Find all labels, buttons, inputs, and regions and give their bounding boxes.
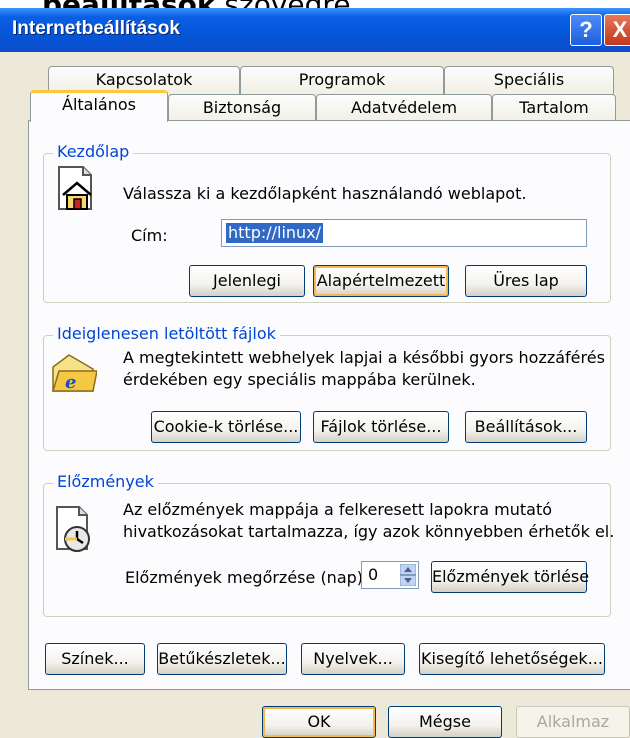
address-label: Cím: bbox=[131, 226, 168, 245]
ok-button[interactable]: OK bbox=[262, 706, 376, 738]
languages-button[interactable]: Nyelvek... bbox=[301, 643, 405, 675]
cancel-button[interactable]: Mégse bbox=[388, 706, 502, 738]
svg-text:e: e bbox=[65, 372, 76, 393]
temp-files-settings-button[interactable]: Beállítások... bbox=[465, 411, 587, 443]
tab-adatvedelem[interactable]: Adatvédelem bbox=[316, 94, 492, 122]
history-days-value: 0 bbox=[368, 565, 379, 584]
tab-panel-general: Kezdőlap Válassza ki a kezdőlapként hasz… bbox=[28, 120, 630, 690]
clear-history-button[interactable]: Előzmények törlése bbox=[431, 561, 589, 593]
homepage-group-label: Kezdőlap bbox=[53, 142, 134, 161]
tab-programok[interactable]: Programok bbox=[240, 66, 444, 94]
colors-button[interactable]: Színek... bbox=[45, 643, 145, 675]
use-current-button[interactable]: Jelenlegi bbox=[189, 265, 305, 297]
temp-files-group-label: Ideiglenesen letöltött fájlok bbox=[53, 324, 280, 343]
tab-specialis[interactable]: Speciális bbox=[444, 66, 614, 94]
address-input[interactable]: http://linux/ bbox=[221, 219, 587, 247]
tab-altalanos[interactable]: Általános bbox=[30, 90, 168, 122]
apply-button: Alkalmaz bbox=[516, 706, 630, 738]
history-clock-icon bbox=[56, 506, 90, 552]
address-input-value: http://linux/ bbox=[226, 223, 324, 243]
homepage-description: Válassza ki a kezdőlapként használandó w… bbox=[123, 184, 527, 203]
delete-cookies-button[interactable]: Cookie-k törlése... bbox=[151, 411, 301, 443]
tab-tartalom[interactable]: Tartalom bbox=[492, 94, 616, 122]
internet-options-dialog: Internetbeállítások ? X Kapcsolatok Prog… bbox=[0, 8, 630, 738]
temp-files-description-line2: érdekében egy speciális mappába kerülnek… bbox=[123, 370, 476, 389]
use-default-button[interactable]: Alapértelmezett bbox=[313, 265, 449, 297]
use-blank-button[interactable]: Üres lap bbox=[465, 265, 587, 297]
history-days-spinner[interactable]: 0 bbox=[361, 561, 419, 589]
temp-files-description-line1: A megtekintett webhelyek lapjai a később… bbox=[123, 348, 605, 367]
accessibility-button[interactable]: Kisegítő lehetőségek... bbox=[419, 643, 605, 675]
history-days-label: Előzmények megőrzése (nap): bbox=[125, 568, 369, 587]
help-button[interactable]: ? bbox=[570, 14, 602, 46]
tab-biztonsag[interactable]: Biztonság bbox=[168, 94, 316, 122]
temporary-files-folder-icon: e bbox=[51, 354, 97, 393]
history-description-line2: hivatkozásokat tartalmazza, így azok kön… bbox=[123, 522, 615, 541]
homepage-house-icon bbox=[58, 166, 92, 210]
delete-files-button[interactable]: Fájlok törlése... bbox=[313, 411, 449, 443]
title-bar[interactable]: Internetbeállítások ? X bbox=[0, 8, 630, 52]
history-group-label: Előzmények bbox=[53, 472, 158, 491]
window-title: Internetbeállítások bbox=[12, 18, 180, 39]
fonts-button[interactable]: Betűkészletek... bbox=[157, 643, 287, 675]
history-description-line1: Az előzmények mappája a felkeresett lapo… bbox=[123, 500, 553, 519]
close-button[interactable]: X bbox=[604, 14, 630, 46]
spinner-arrows-icon[interactable] bbox=[400, 564, 416, 586]
